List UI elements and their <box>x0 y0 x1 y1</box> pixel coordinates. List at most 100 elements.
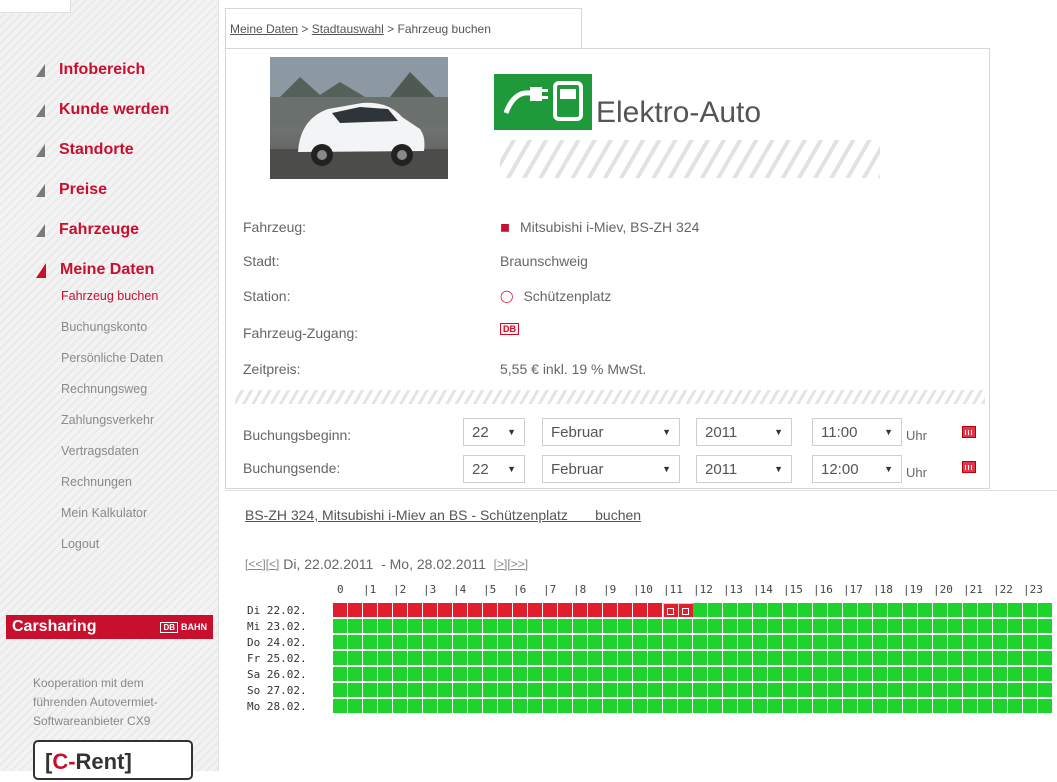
time-slot[interactable] <box>918 603 933 618</box>
time-slot[interactable] <box>858 651 873 666</box>
time-slot[interactable] <box>753 635 768 650</box>
time-slot[interactable] <box>708 603 723 618</box>
time-slot[interactable] <box>348 651 363 666</box>
time-slot[interactable] <box>678 667 693 682</box>
time-slot[interactable] <box>723 667 738 682</box>
time-slot[interactable] <box>543 603 558 618</box>
time-slot[interactable] <box>768 699 783 714</box>
time-slot[interactable] <box>663 699 678 714</box>
time-slot[interactable] <box>918 683 933 698</box>
time-slot[interactable] <box>1023 603 1038 618</box>
time-slot[interactable] <box>723 683 738 698</box>
time-slot[interactable] <box>903 603 918 618</box>
time-slot[interactable] <box>648 699 663 714</box>
time-slot[interactable] <box>453 667 468 682</box>
time-slot[interactable] <box>1008 651 1023 666</box>
time-slot[interactable] <box>738 651 753 666</box>
time-slot[interactable] <box>378 635 393 650</box>
subnav-item-persoenliche-daten[interactable]: Persönliche Daten <box>61 350 163 381</box>
time-slot[interactable] <box>948 603 963 618</box>
time-slot[interactable] <box>693 619 708 634</box>
time-slot[interactable] <box>738 699 753 714</box>
time-slot[interactable] <box>798 635 813 650</box>
time-slot[interactable] <box>483 651 498 666</box>
time-slot[interactable] <box>873 603 888 618</box>
time-slot[interactable] <box>558 667 573 682</box>
time-slot[interactable] <box>378 619 393 634</box>
time-slot[interactable] <box>783 667 798 682</box>
time-slot[interactable] <box>438 667 453 682</box>
time-slot[interactable] <box>393 667 408 682</box>
time-slot[interactable] <box>483 619 498 634</box>
time-slot[interactable] <box>333 603 348 618</box>
time-slot[interactable] <box>543 635 558 650</box>
time-slot[interactable] <box>978 667 993 682</box>
time-slot[interactable] <box>468 667 483 682</box>
time-slot[interactable] <box>498 667 513 682</box>
time-slot[interactable] <box>663 619 678 634</box>
time-slot[interactable] <box>393 683 408 698</box>
subnav-item-rechnungen[interactable]: Rechnungen <box>61 474 163 505</box>
time-slot[interactable] <box>903 699 918 714</box>
nav-item-preise[interactable]: Preise <box>36 170 169 210</box>
time-slot[interactable] <box>483 683 498 698</box>
time-slot[interactable] <box>453 619 468 634</box>
time-slot[interactable] <box>513 667 528 682</box>
time-slot[interactable] <box>813 635 828 650</box>
time-slot[interactable] <box>753 699 768 714</box>
time-slot[interactable] <box>693 635 708 650</box>
time-slot[interactable] <box>363 603 378 618</box>
time-slot[interactable] <box>963 619 978 634</box>
time-slot[interactable] <box>693 667 708 682</box>
time-slot[interactable] <box>333 667 348 682</box>
time-slot[interactable] <box>1023 651 1038 666</box>
time-slot[interactable] <box>888 635 903 650</box>
time-slot[interactable] <box>618 603 633 618</box>
time-slot[interactable] <box>363 651 378 666</box>
time-slot[interactable] <box>633 651 648 666</box>
time-slot[interactable] <box>693 699 708 714</box>
time-slot[interactable] <box>543 651 558 666</box>
time-slot[interactable] <box>738 603 753 618</box>
time-slot[interactable] <box>603 667 618 682</box>
time-slot[interactable] <box>798 699 813 714</box>
time-slot[interactable] <box>843 683 858 698</box>
time-slot[interactable] <box>408 651 423 666</box>
time-slot[interactable] <box>438 603 453 618</box>
time-slot[interactable] <box>1008 603 1023 618</box>
time-slot[interactable] <box>798 651 813 666</box>
time-slot[interactable] <box>708 667 723 682</box>
time-slot[interactable] <box>978 619 993 634</box>
subnav-item-buchungskonto[interactable]: Buchungskonto <box>61 319 163 350</box>
nav-item-fahrzeuge[interactable]: Fahrzeuge <box>36 210 169 250</box>
time-slot[interactable] <box>648 619 663 634</box>
time-slot[interactable] <box>858 635 873 650</box>
time-slot[interactable] <box>768 635 783 650</box>
time-slot[interactable] <box>453 683 468 698</box>
time-slot[interactable] <box>453 699 468 714</box>
time-slot[interactable] <box>468 603 483 618</box>
time-slot[interactable] <box>543 619 558 634</box>
time-slot[interactable] <box>528 619 543 634</box>
time-slot[interactable] <box>468 699 483 714</box>
prev-week-button[interactable]: [<] <box>266 557 280 571</box>
time-slot[interactable] <box>513 699 528 714</box>
time-slot[interactable] <box>708 651 723 666</box>
time-slot[interactable] <box>753 619 768 634</box>
time-slot[interactable] <box>888 699 903 714</box>
time-slot[interactable] <box>873 651 888 666</box>
time-slot[interactable] <box>468 635 483 650</box>
time-slot[interactable] <box>873 667 888 682</box>
time-slot[interactable] <box>348 683 363 698</box>
time-slot[interactable] <box>873 619 888 634</box>
start-year-select[interactable]: 2011 ▼ <box>696 418 792 446</box>
time-slot[interactable] <box>918 635 933 650</box>
time-slot[interactable] <box>783 651 798 666</box>
time-slot[interactable] <box>363 667 378 682</box>
nav-item-meine-daten[interactable]: Meine Daten <box>36 250 169 290</box>
time-slot[interactable] <box>933 667 948 682</box>
time-slot[interactable] <box>663 651 678 666</box>
end-day-select[interactable]: 22 ▼ <box>463 455 525 483</box>
time-slot[interactable] <box>378 699 393 714</box>
time-slot[interactable] <box>633 635 648 650</box>
